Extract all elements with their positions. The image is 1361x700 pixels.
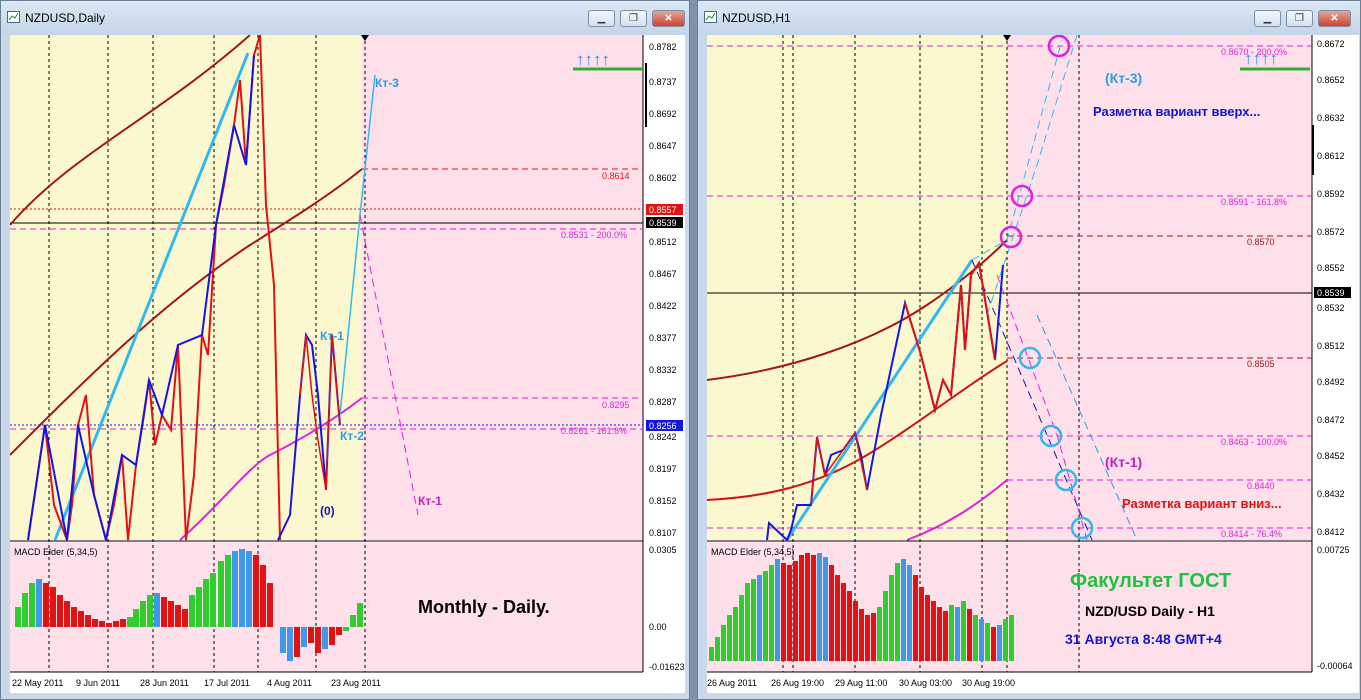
level-label: 0.8614 [602, 171, 630, 181]
indicator-name: MACD Elder (5,34,5) [14, 547, 98, 557]
date-label: 30 Aug 19:00 [962, 678, 1015, 688]
price-label: 0.8612 [1317, 151, 1345, 161]
price-label: 0.8672 [1317, 39, 1345, 49]
price-label: 0.8432 [1317, 489, 1345, 499]
left-chart-area[interactable]: ↑↑↑↑ 0.8782 0.8737 0.8692 0.8647 0.8602 … [10, 35, 685, 693]
indicator-min-label: -0.01623 [649, 662, 685, 672]
maximize-button[interactable]: ❐ [1286, 10, 1313, 27]
price-label: 0.8692 [649, 109, 677, 119]
right-titlebar[interactable]: NZDUSD,H1 ▁ ❐ ✕ [698, 1, 1360, 35]
wave-label-kt3: Кт-3 [375, 76, 399, 90]
price-label: 0.8412 [1317, 527, 1345, 537]
indicator-max-label: 0.0305 [649, 545, 677, 555]
price-label: 0.8782 [649, 42, 677, 52]
price-label: 0.8452 [1317, 451, 1345, 461]
date-label: 17 Jul 2011 [204, 678, 250, 688]
price-label: 0.8602 [649, 173, 677, 183]
level-label: 0.8570 [1247, 237, 1275, 247]
price-label: 0.8512 [1317, 341, 1345, 351]
date-caption: 31 Августа 8:48 GMT+4 [1065, 631, 1222, 647]
price-label: 0.8737 [649, 77, 677, 87]
date-label: 28 Jun 2011 [140, 678, 189, 688]
price-label: 0.8152 [649, 496, 677, 506]
chart-window-icon [7, 11, 20, 23]
level-label: 0.8531 - 200.0% [561, 230, 627, 240]
price-label: 0.8512 [649, 237, 677, 247]
price-label: 0.8472 [1317, 415, 1345, 425]
price-label: 0.8332 [649, 365, 677, 375]
wave-label-kt1-target: Кт-1 [418, 494, 442, 508]
price-label: 0.8422 [649, 301, 677, 311]
close-button[interactable]: ✕ [1318, 10, 1351, 27]
price-label: 0.8197 [649, 464, 677, 474]
price-label: 0.8467 [649, 269, 677, 279]
up-arrows-icon: ↑↑↑↑ [576, 50, 610, 69]
markup-up-label: Разметка вариант вверх... [1093, 104, 1260, 119]
faculty-caption: Факультет ГОСТ [1070, 570, 1231, 592]
level-label: 0.8295 [602, 400, 630, 410]
date-label: 4 Aug 2011 [267, 678, 312, 688]
price-label: 0.8572 [1317, 227, 1345, 237]
wave-label-kt1: (Кт-1) [1105, 454, 1142, 470]
window-title: NZDUSD,H1 [722, 11, 791, 25]
right-chart-area[interactable]: ↑↑↑↑ 0.8672 0.8652 0.8632 0.8612 0.8592 … [707, 35, 1359, 693]
markup-down-label: Разметка вариант вниз... [1122, 496, 1282, 511]
maximize-button[interactable]: ❐ [620, 10, 647, 27]
right-price-chart: ↑↑↑↑ 0.8672 0.8652 0.8632 0.8612 0.8592 … [707, 35, 1353, 688]
price-label: 0.8242 [649, 432, 677, 442]
current-price-label: 0.8539 [1317, 288, 1345, 298]
price-label: 0.8647 [649, 141, 677, 151]
date-label: 23 Aug 2011 [331, 678, 381, 688]
indicator-min-label: -0.00064 [1317, 661, 1353, 671]
level-label: 0.8261 - 161.8% [561, 426, 627, 436]
right-chart-window[interactable]: NZDUSD,H1 ▁ ❐ ✕ ↑↑↑↑ 0.8672 0.8652 0.863… [697, 0, 1361, 700]
left-titlebar[interactable]: NZDUSD,Daily ▁ ❐ ✕ [1, 1, 689, 35]
wave-label-kt2: Кт-2 [340, 429, 364, 443]
current-price-label: 0.8539 [649, 218, 677, 228]
chart-caption: Monthly - Daily. [418, 597, 550, 617]
price-label: 0.8287 [649, 397, 677, 407]
level-label: 0.8505 [1247, 359, 1275, 369]
left-chart-window[interactable]: NZDUSD,Daily ▁ ❐ ✕ ↑↑↑↑ 0.8782 0.8737 0.… [0, 0, 690, 700]
pair-caption: NZD/USD Daily - H1 [1085, 603, 1215, 619]
bid-price-label: 0.8557 [649, 205, 677, 215]
close-button[interactable]: ✕ [652, 10, 685, 27]
indicator-zero-label: 0.00 [649, 622, 667, 632]
price-label: 0.8377 [649, 333, 677, 343]
minimize-button[interactable]: ▁ [1254, 10, 1281, 27]
date-label: 22 May 2011 [12, 678, 63, 688]
price-label: 0.8492 [1317, 377, 1345, 387]
level-label: 0.8440 [1247, 481, 1275, 491]
chart-window-icon [704, 11, 717, 23]
wave-label-zero: (0) [320, 504, 335, 518]
date-label: 29 Aug 11:00 [835, 678, 887, 688]
indicator-name: MACD Elder (5,34,5) [711, 547, 795, 557]
left-price-chart: ↑↑↑↑ 0.8782 0.8737 0.8692 0.8647 0.8602 … [10, 35, 685, 688]
price-label: 0.8592 [1317, 189, 1345, 199]
wave-label-kt3: (Кт-3) [1105, 70, 1142, 86]
price-label: 0.8632 [1317, 113, 1345, 123]
minimize-button[interactable]: ▁ [588, 10, 615, 27]
wave-label-kt1: Кт-1 [320, 329, 344, 343]
date-label: 9 Jun 2011 [76, 678, 120, 688]
price-label: 0.8107 [649, 528, 677, 538]
indicator-max-label: 0.00725 [1317, 545, 1350, 555]
level-label: 0.8591 - 161.8% [1221, 197, 1287, 207]
price-label: 0.8552 [1317, 263, 1345, 273]
price-label: 0.8532 [1317, 303, 1345, 313]
price-label: 0.8652 [1317, 75, 1345, 85]
date-label: 26 Aug 2011 [707, 678, 757, 688]
level-label: 0.8414 - 76.4% [1221, 529, 1282, 539]
blue-price-label: 0.8256 [649, 421, 677, 431]
level-label: 0.8670 - 200.0% [1221, 47, 1287, 57]
date-label: 30 Aug 03:00 [899, 678, 952, 688]
level-label: 0.8463 - 100.0% [1221, 437, 1287, 447]
date-label: 26 Aug 19:00 [771, 678, 824, 688]
window-title: NZDUSD,Daily [25, 11, 106, 25]
